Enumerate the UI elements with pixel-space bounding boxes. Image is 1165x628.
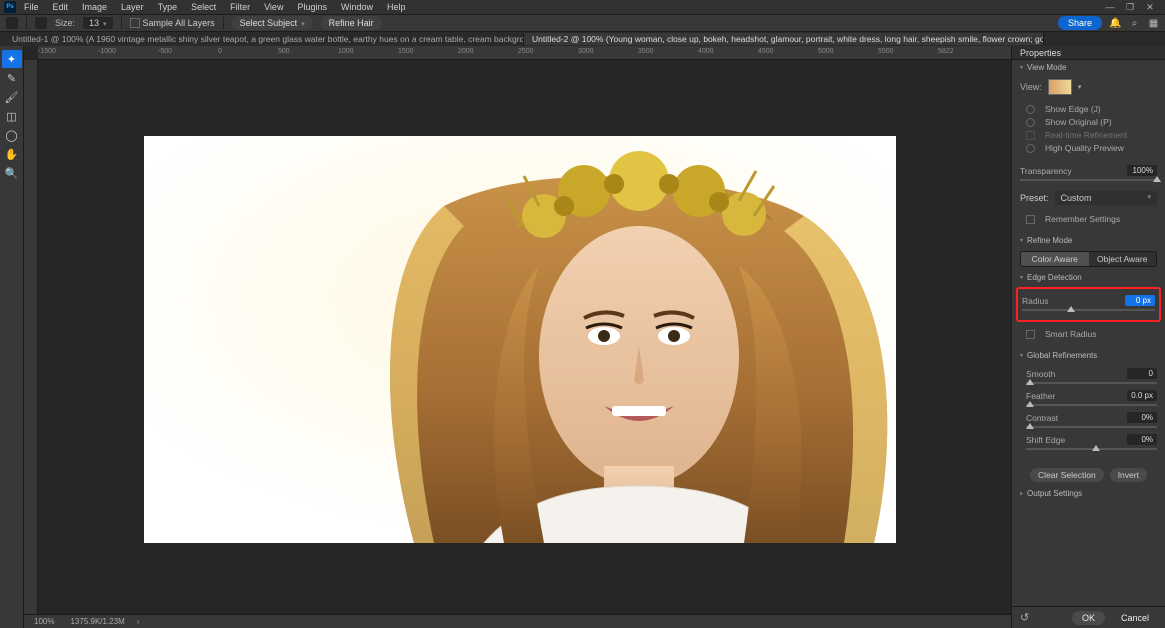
sample-all-layers-checkbox[interactable]: Sample All Layers	[130, 18, 215, 28]
brush-preview-icon[interactable]	[35, 17, 47, 29]
zoom-level[interactable]: 100%	[30, 617, 58, 626]
contrast-value[interactable]: 0%	[1127, 412, 1157, 423]
preset-dropdown[interactable]: Custom	[1055, 191, 1157, 205]
menu-bar: Ps File Edit Image Layer Type Select Fil…	[0, 0, 1165, 14]
ok-button[interactable]: OK	[1072, 611, 1105, 625]
feather-value[interactable]: 0.0 px	[1127, 390, 1157, 401]
menu-type[interactable]: Type	[152, 1, 184, 13]
document-canvas[interactable]	[144, 136, 896, 543]
shift-edge-slider[interactable]	[1026, 448, 1157, 450]
doc-size: 1375.9K/1.23M	[66, 617, 128, 626]
object-aware-button[interactable]: Object Aware	[1089, 252, 1157, 266]
show-edge-radio[interactable]: Show Edge (J)	[1026, 104, 1157, 114]
select-subject-button[interactable]: Select Subject	[232, 16, 313, 30]
hand-tool-icon[interactable]: ✋	[2, 145, 22, 163]
show-original-radio[interactable]: Show Original (P)	[1026, 117, 1157, 127]
zoom-tool-icon[interactable]: 🔍	[2, 164, 22, 182]
status-chevron-icon[interactable]: ›	[137, 617, 140, 626]
remember-settings-checkbox[interactable]: Remember Settings	[1026, 214, 1157, 224]
horizontal-ruler: -1500 -1000 -500 0 500 1000 1500 2000 25…	[38, 46, 1011, 60]
view-thumbnail[interactable]	[1048, 79, 1072, 95]
radius-highlight-box: Radius 0 px	[1016, 287, 1161, 322]
section-global-refinements[interactable]: Global Refinements	[1012, 348, 1165, 363]
reset-icon[interactable]: ↺	[1020, 611, 1029, 624]
radius-value[interactable]: 0 px	[1125, 295, 1155, 306]
canvas-area: -1500 -1000 -500 0 500 1000 1500 2000 25…	[24, 46, 1011, 628]
shift-edge-value[interactable]: 0%	[1127, 434, 1157, 445]
panel-footer: ↺ OK Cancel	[1012, 606, 1165, 628]
preset-label: Preset:	[1020, 193, 1049, 203]
section-output-settings[interactable]: Output Settings	[1012, 486, 1165, 501]
smooth-label: Smooth	[1026, 369, 1055, 379]
tab-title: Untitled-1 @ 100% (A 1960 vintage metall…	[12, 34, 524, 44]
menu-edit[interactable]: Edit	[47, 1, 75, 13]
document-tab[interactable]: Untitled-1 @ 100% (A 1960 vintage metall…	[4, 33, 524, 45]
menu-view[interactable]: View	[258, 1, 289, 13]
menu-image[interactable]: Image	[76, 1, 113, 13]
object-select-tool-icon[interactable]: ◫	[2, 107, 22, 125]
window-close-icon[interactable]: ✕	[1145, 2, 1155, 13]
contrast-label: Contrast	[1026, 413, 1058, 423]
menu-window[interactable]: Window	[335, 1, 379, 13]
section-refine-mode[interactable]: Refine Mode	[1012, 233, 1165, 248]
lasso-tool-icon[interactable]: ◯	[2, 126, 22, 144]
shift-edge-label: Shift Edge	[1026, 435, 1065, 445]
section-view-mode[interactable]: View Mode	[1012, 60, 1165, 75]
menu-layer[interactable]: Layer	[115, 1, 150, 13]
home-icon[interactable]	[6, 17, 18, 29]
window-minimize-icon[interactable]: —	[1105, 2, 1115, 13]
workspace-icon[interactable]: ▦	[1148, 18, 1159, 29]
feather-label: Feather	[1026, 391, 1055, 401]
high-quality-preview-radio[interactable]: High Quality Preview	[1026, 143, 1157, 153]
properties-panel: Properties View Mode View: ▾ Show Edge (…	[1011, 46, 1165, 628]
menu-filter[interactable]: Filter	[224, 1, 256, 13]
menu-file[interactable]: File	[18, 1, 45, 13]
document-tab[interactable]: Untitled-2 @ 100% (Young woman, close up…	[524, 33, 1044, 45]
left-toolbar: ✦ ✎ 🖌 ◫ ◯ ✋ 🔍	[0, 46, 24, 628]
size-label: Size:	[55, 18, 75, 28]
refine-edge-brush-tool-icon[interactable]: ✎	[2, 69, 22, 87]
window-restore-icon[interactable]: ❐	[1125, 2, 1135, 13]
chevron-down-icon[interactable]: ▾	[1078, 83, 1082, 91]
menu-help[interactable]: Help	[381, 1, 412, 13]
app-logo: Ps	[4, 1, 16, 13]
feather-slider[interactable]	[1026, 404, 1157, 406]
transparency-value[interactable]: 100%	[1127, 165, 1157, 176]
smooth-slider[interactable]	[1026, 382, 1157, 384]
canvas-image	[144, 136, 896, 543]
smooth-value[interactable]: 0	[1127, 368, 1157, 379]
brush-tool-icon[interactable]: 🖌	[2, 88, 22, 106]
quick-select-tool-icon[interactable]: ✦	[2, 50, 22, 68]
tab-title: Untitled-2 @ 100% (Young woman, close up…	[532, 34, 1044, 44]
search-icon[interactable]: ⌕	[1129, 18, 1140, 29]
vertical-ruler	[24, 60, 38, 614]
invert-button[interactable]: Invert	[1110, 468, 1147, 482]
section-edge-detection[interactable]: Edge Detection	[1012, 270, 1165, 285]
view-label: View:	[1020, 82, 1042, 92]
realtime-refinement-checkbox: Real-time Refinement	[1026, 130, 1157, 140]
clear-selection-button[interactable]: Clear Selection	[1030, 468, 1104, 482]
size-field[interactable]: 13	[83, 17, 113, 29]
share-button[interactable]: Share	[1058, 16, 1102, 30]
document-tabs: Untitled-1 @ 100% (A 1960 vintage metall…	[0, 32, 1165, 46]
contrast-slider[interactable]	[1026, 426, 1157, 428]
refine-mode-toggle[interactable]: Color Aware Object Aware	[1020, 251, 1157, 267]
menu-select[interactable]: Select	[185, 1, 222, 13]
panel-tab-properties[interactable]: Properties	[1012, 46, 1165, 60]
color-aware-button[interactable]: Color Aware	[1021, 252, 1089, 266]
transparency-slider[interactable]	[1020, 179, 1157, 181]
cancel-button[interactable]: Cancel	[1111, 611, 1159, 625]
options-bar: Size: 13 Sample All Layers Select Subjec…	[0, 14, 1165, 32]
notification-icon[interactable]: 🔔	[1110, 18, 1121, 29]
menu-plugins[interactable]: Plugins	[291, 1, 333, 13]
transparency-label: Transparency	[1020, 166, 1072, 176]
status-bar: 100% 1375.9K/1.23M ›	[24, 614, 1011, 628]
refine-hair-button[interactable]: Refine Hair	[321, 16, 382, 30]
radius-slider[interactable]	[1022, 309, 1155, 311]
smart-radius-checkbox[interactable]: Smart Radius	[1026, 329, 1157, 339]
radius-label: Radius	[1022, 296, 1048, 306]
